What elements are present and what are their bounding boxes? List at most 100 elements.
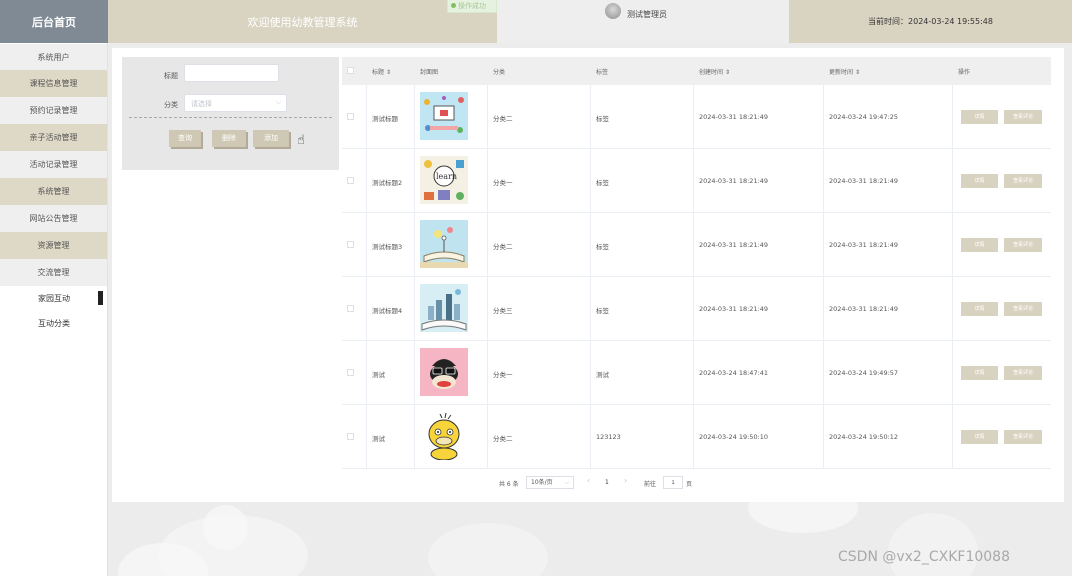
detail-button[interactable]: 详情: [961, 238, 998, 252]
category-placeholder: 请选择: [191, 100, 212, 108]
row-checkbox[interactable]: [347, 433, 354, 440]
sidebar-item-label: 亲子活动管理: [29, 133, 78, 142]
sidebar-subitem-home-school-interaction[interactable]: 家园互动: [0, 286, 107, 311]
view-comments-button[interactable]: 查看评论: [1004, 174, 1042, 188]
watermark: CSDN @vx2_CXKF10088: [838, 549, 1010, 565]
detail-button[interactable]: 详情: [961, 430, 998, 444]
sidebar-item-label: 预约记录管理: [29, 106, 78, 115]
brand-label: 后台首页: [32, 15, 76, 29]
sidebar-item-announcements[interactable]: 网站公告管理: [0, 205, 107, 232]
table-row: 测试标题 分类二 标签 2024-03-31 18:21:49 2024-03-…: [342, 85, 1051, 149]
sidebar-item-system-users[interactable]: 系统用户: [0, 44, 107, 70]
sidebar-item-activity-records[interactable]: 活动记录管理: [0, 151, 107, 178]
sidebar-item-label: 活动记录管理: [29, 160, 78, 169]
row-created: 2024-03-31 18:21:49: [699, 177, 769, 185]
row-title: 测试标题3: [372, 243, 403, 251]
view-comments-button[interactable]: 查看评论: [1004, 302, 1042, 316]
row-updated: 2024-03-24 19:49:57: [829, 369, 899, 377]
divider: [129, 117, 332, 118]
row-updated: 2024-03-24 19:47:25: [829, 113, 899, 121]
view-comments-button[interactable]: 查看评论: [1004, 238, 1042, 252]
row-category: 分类一: [493, 179, 513, 187]
row-updated: 2024-03-31 18:21:49: [829, 241, 899, 249]
select-all-checkbox[interactable]: [347, 67, 354, 74]
row-tag: 标签: [596, 115, 609, 123]
page-suffix: 页: [686, 481, 693, 488]
main-content: 标题 分类 请选择 ⌵ 查询 删除 添加 ☝ 标题 ⇕ 封面图 分类 标签 创建…: [108, 43, 1072, 576]
row-title: 测试标题2: [372, 179, 403, 187]
cover-image-book-city: [420, 284, 468, 332]
sidebar-item-resources[interactable]: 资源管理: [0, 232, 107, 259]
table-row: 测试标题3 分类二 标签 2024-03-31 18:21:49 2024-03…: [342, 213, 1051, 277]
sidebar-item-communication[interactable]: 交流管理: [0, 259, 107, 286]
title-label: 标题: [164, 72, 178, 80]
sidebar-item-label: 系统用户: [37, 52, 70, 62]
cover-image-classroom: [420, 92, 468, 140]
brand-home[interactable]: 后台首页: [0, 0, 108, 43]
current-time-box: 当前时间： 2024-03-24 19:55:48: [789, 0, 1072, 43]
welcome-text: 欢迎使用幼教管理系统: [247, 15, 358, 29]
row-tag: 标签: [596, 307, 609, 315]
sidebar-item-booking-records[interactable]: 预约记录管理: [0, 97, 107, 124]
goto-page-input[interactable]: [663, 476, 683, 489]
view-comments-button[interactable]: 查看评论: [1004, 366, 1042, 380]
table-row: 测试 分类二 123123 2024-03-24 19:50:10 2024-0…: [342, 405, 1051, 469]
detail-button[interactable]: 详情: [961, 174, 998, 188]
row-checkbox[interactable]: [347, 177, 354, 184]
detail-button[interactable]: 详情: [961, 110, 998, 124]
row-updated: 2024-03-31 18:21:49: [829, 177, 899, 185]
cover-image-learn-doodle: learn: [420, 156, 468, 204]
header-created[interactable]: 创建时间 ⇕: [699, 67, 730, 76]
row-created: 2024-03-24 18:47:41: [699, 369, 769, 377]
query-button[interactable]: 查询: [169, 130, 201, 147]
prev-page-button[interactable]: ‹: [587, 476, 590, 485]
sidebar-item-label: 交流管理: [37, 268, 70, 277]
header-category: 分类: [493, 69, 506, 76]
content-panel: 标题 分类 请选择 ⌵ 查询 删除 添加 ☝ 标题 ⇕ 封面图 分类 标签 创建…: [112, 48, 1064, 502]
sidebar-subitem-interaction-category[interactable]: 互动分类: [0, 311, 107, 336]
cover-image-open-book: [420, 220, 468, 268]
delete-button[interactable]: 删除: [212, 130, 246, 147]
table-header: 标题 ⇕ 封面图 分类 标签 创建时间 ⇕ 更新时间 ⇕ 操作: [342, 57, 1051, 85]
page-number-1[interactable]: 1: [605, 479, 609, 486]
sidebar-item-label: 网站公告管理: [29, 214, 78, 223]
row-checkbox[interactable]: [347, 241, 354, 248]
row-tag: 标签: [596, 179, 609, 187]
header-cover: 封面图: [420, 69, 439, 76]
header-updated[interactable]: 更新时间 ⇕: [829, 67, 860, 76]
page-size-select[interactable]: 10条/页 ⌵: [526, 476, 574, 489]
hand-cursor-icon: ☝: [297, 133, 305, 148]
table-row: 测试标题4 分类三 标签 2024-03-31 18:21:49 2024-03…: [342, 277, 1051, 341]
user-name: 测试管理员: [627, 10, 667, 19]
avatar[interactable]: [605, 3, 621, 19]
goto-label: 前往: [644, 481, 657, 488]
row-created: 2024-03-24 19:50:10: [699, 433, 769, 441]
row-updated: 2024-03-24 19:50:12: [829, 433, 899, 441]
row-category: 分类二: [493, 115, 513, 123]
sidebar-item-course-info[interactable]: 课程信息管理: [0, 70, 107, 97]
sidebar-item-label: 课程信息管理: [29, 79, 78, 88]
title-input[interactable]: [184, 64, 279, 82]
row-tag: 标签: [596, 243, 609, 251]
sidebar-item-system-management[interactable]: 系统管理: [0, 178, 107, 205]
category-select[interactable]: 请选择 ⌵: [184, 94, 287, 112]
row-checkbox[interactable]: [347, 369, 354, 376]
row-category: 分类三: [493, 307, 513, 315]
detail-button[interactable]: 详情: [961, 302, 998, 316]
view-comments-button[interactable]: 查看评论: [1004, 110, 1042, 124]
row-checkbox[interactable]: [347, 113, 354, 120]
next-page-button[interactable]: ›: [624, 476, 627, 485]
add-button[interactable]: 添加: [253, 130, 289, 147]
background-bubble: [203, 505, 248, 550]
category-label: 分类: [164, 101, 178, 109]
header-actions: 操作: [958, 69, 971, 76]
row-title: 测试标题: [372, 115, 398, 123]
row-checkbox[interactable]: [347, 305, 354, 312]
user-area[interactable]: 测试管理员: [497, 0, 789, 43]
view-comments-button[interactable]: 查看评论: [1004, 430, 1042, 444]
detail-button[interactable]: 详情: [961, 366, 998, 380]
row-title: 测试: [372, 371, 385, 379]
sidebar-item-parent-child-activity[interactable]: 亲子活动管理: [0, 124, 107, 151]
chevron-down-icon: ⌵: [564, 479, 569, 486]
header-title[interactable]: 标题 ⇕: [372, 67, 391, 76]
